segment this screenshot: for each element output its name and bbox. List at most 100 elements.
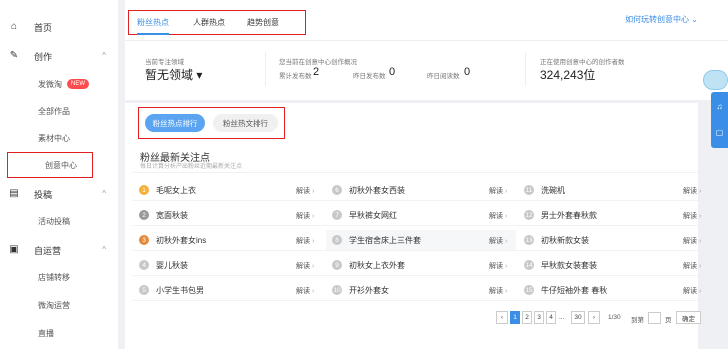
sidebar-item-shop-transfer[interactable]: 店铺转移 [0,264,118,290]
hotspot-item[interactable]: 14 早秋款女装套装 [524,255,674,275]
next-page-button[interactable]: › [588,311,600,324]
sidebar-item-label: 全部作品 [38,106,70,116]
chevron-up-icon: ^ [102,51,106,60]
rank-number: 6 [332,185,342,195]
hotspot-item[interactable]: 12 男士外套春秋款 [524,205,674,225]
sidebar-item-activity-submit[interactable]: 活动投稿 [0,208,118,234]
hotspot-text: 毛呢女上衣 [156,185,196,195]
interpret-link[interactable]: 解读 [683,286,701,296]
active-creators-label: 正在使用创意中心的创作者数 [540,59,625,66]
hotspot-text: 初秋外套女西装 [349,185,405,195]
divider [265,52,266,86]
interpret-link[interactable]: 解读 [683,261,701,271]
cloud-mascot-icon[interactable] [703,70,728,90]
sidebar-item-create[interactable]: ✎ 创作 ^ [0,43,118,69]
floating-toolbar: ♫ ▢ [711,92,728,148]
page-button[interactable]: 30 [571,311,585,324]
hotspot-item[interactable]: 3 初秋外套女ins [139,230,289,250]
hotspot-text: 宽面秋装 [156,210,188,220]
hotspot-text: 初秋女上衣外套 [349,260,405,270]
hotspot-text: 男士外套春秋款 [541,210,597,220]
hotspot-text: 牛仔短袖外套 春秋 [541,285,608,295]
hotspot-tabs: 粉丝热点 人群热点 趋势创意 [128,10,306,35]
page-button[interactable]: 3 [534,311,544,324]
prev-page-button[interactable]: ‹ [496,311,508,324]
interpret-link[interactable]: 解读 [683,236,701,246]
tab-fans-hotspot[interactable]: 粉丝热点 [129,17,177,35]
interpret-link[interactable]: 解读 [683,211,701,221]
hotspot-text: 早秋裤女网红 [349,210,397,220]
pagination: ‹ 1 2 3 4 ... 30 › 1/30 到第 页 确定 [0,311,728,325]
home-icon: ⌂ [10,21,18,32]
interpret-link[interactable]: 解读 [296,261,314,271]
sidebar-item-label: 店铺转移 [38,272,70,282]
yesterday-published-label: 昨日发布数 [353,73,386,80]
interpret-link[interactable]: 解读 [296,211,314,221]
sidebar-item-label: 微淘运营 [38,300,70,310]
interpret-link[interactable]: 解读 [296,286,314,296]
rank-number: 15 [524,285,534,295]
rank-toggle: 粉丝热点排行 粉丝热文排行 [138,107,285,139]
domain-selector[interactable]: 暂无领域 ▾ [145,66,202,83]
tab-crowd-hotspot[interactable]: 人群热点 [185,17,233,28]
sidebar-item-post-weitao[interactable]: 发微淘 NEW [0,71,118,97]
active-creators-value: 324,243位 [540,68,596,82]
fans-hot-article-rank-button[interactable]: 粉丝热文排行 [213,114,278,132]
hotspot-item[interactable]: 2 宽面秋装 [139,205,289,225]
pen-icon: ✎ [9,50,19,61]
hotspot-item[interactable]: 11 洗碗机 [524,180,674,200]
sidebar-item-home[interactable]: ⌂ 首页 [0,14,118,40]
page-button[interactable]: 2 [522,311,532,324]
hotspot-text: 早秋款女装套装 [541,260,597,270]
divider [125,40,728,41]
sidebar-item-creative-center[interactable]: 创意中心 [7,152,93,178]
hotspot-item[interactable]: 6 初秋外套女西装 [332,180,482,200]
interpret-link[interactable]: 解读 [489,286,507,296]
interpret-link[interactable]: 解读 [489,211,507,221]
rank-number: 14 [524,260,534,270]
interpret-link[interactable]: 解读 [296,186,314,196]
interpret-link[interactable]: 解读 [489,261,507,271]
confirm-button[interactable]: 确定 [676,311,701,324]
interpret-link[interactable]: 解读 [296,236,314,246]
divider [133,172,698,173]
sidebar-item-submit[interactable]: ▤ 投稿 ^ [0,181,118,207]
rank-number: 5 [139,285,149,295]
sidebar-item-self-operate[interactable]: ▣ 自运营 ^ [0,237,118,263]
sidebar-item-label: 创意中心 [45,160,77,170]
sidebar-item-material-center[interactable]: 素材中心 [0,125,118,151]
bell-icon[interactable]: ♫ [715,102,724,111]
fans-hot-rank-button[interactable]: 粉丝热点排行 [145,114,205,132]
hotspot-item[interactable]: 9 初秋女上衣外套 [332,255,482,275]
interpret-link[interactable]: 解读 [489,186,507,196]
interpret-link[interactable]: 解读 [683,186,701,196]
chevron-up-icon: ^ [102,189,106,198]
section-subtitle: 每日计算分析产出粉丝近期最新关注点 [140,164,243,170]
hotspot-item[interactable]: 7 早秋裤女网红 [332,205,482,225]
hotspot-text: 开衫外套女 [349,285,389,295]
goto-page-input[interactable] [648,312,661,324]
interpret-link[interactable]: 解读 [489,236,507,246]
divider [133,225,698,226]
hotspot-item[interactable]: 15 牛仔短袖外套 春秋 [524,280,674,300]
rank-number: 9 [332,260,342,270]
rank-number: 2 [139,210,149,220]
sidebar-item-label: 直播 [38,328,54,338]
hotspot-item[interactable]: 1 毛呢女上衣 [139,180,289,200]
chat-icon[interactable]: ▢ [715,128,724,137]
tab-trend-creative[interactable]: 趋势创意 [239,17,287,28]
hotspot-item[interactable]: 13 初秋新款女装 [524,230,674,250]
hotspot-item[interactable]: 8 学生宿舍床上三件套 [326,230,516,250]
overview-label: 您当前在创意中心创作概况 [279,59,357,66]
hotspot-text: 初秋新款女装 [541,235,589,245]
rank-number: 8 [332,235,342,245]
hotspot-item[interactable]: 10 开衫外套女 [332,280,482,300]
sidebar-item-all-works[interactable]: 全部作品 [0,98,118,124]
page-button[interactable]: 1 [510,311,520,324]
hotspot-text: 学生宿舍床上三件套 [349,235,421,245]
page-button[interactable]: 4 [546,311,556,324]
goto-label: 到第 [631,317,644,324]
hotspot-item[interactable]: 4 婴儿秋装 [139,255,289,275]
help-link[interactable]: 如何玩转创意中心 ⌄ [625,14,698,25]
hotspot-item[interactable]: 5 小学生书包男 [139,280,289,300]
